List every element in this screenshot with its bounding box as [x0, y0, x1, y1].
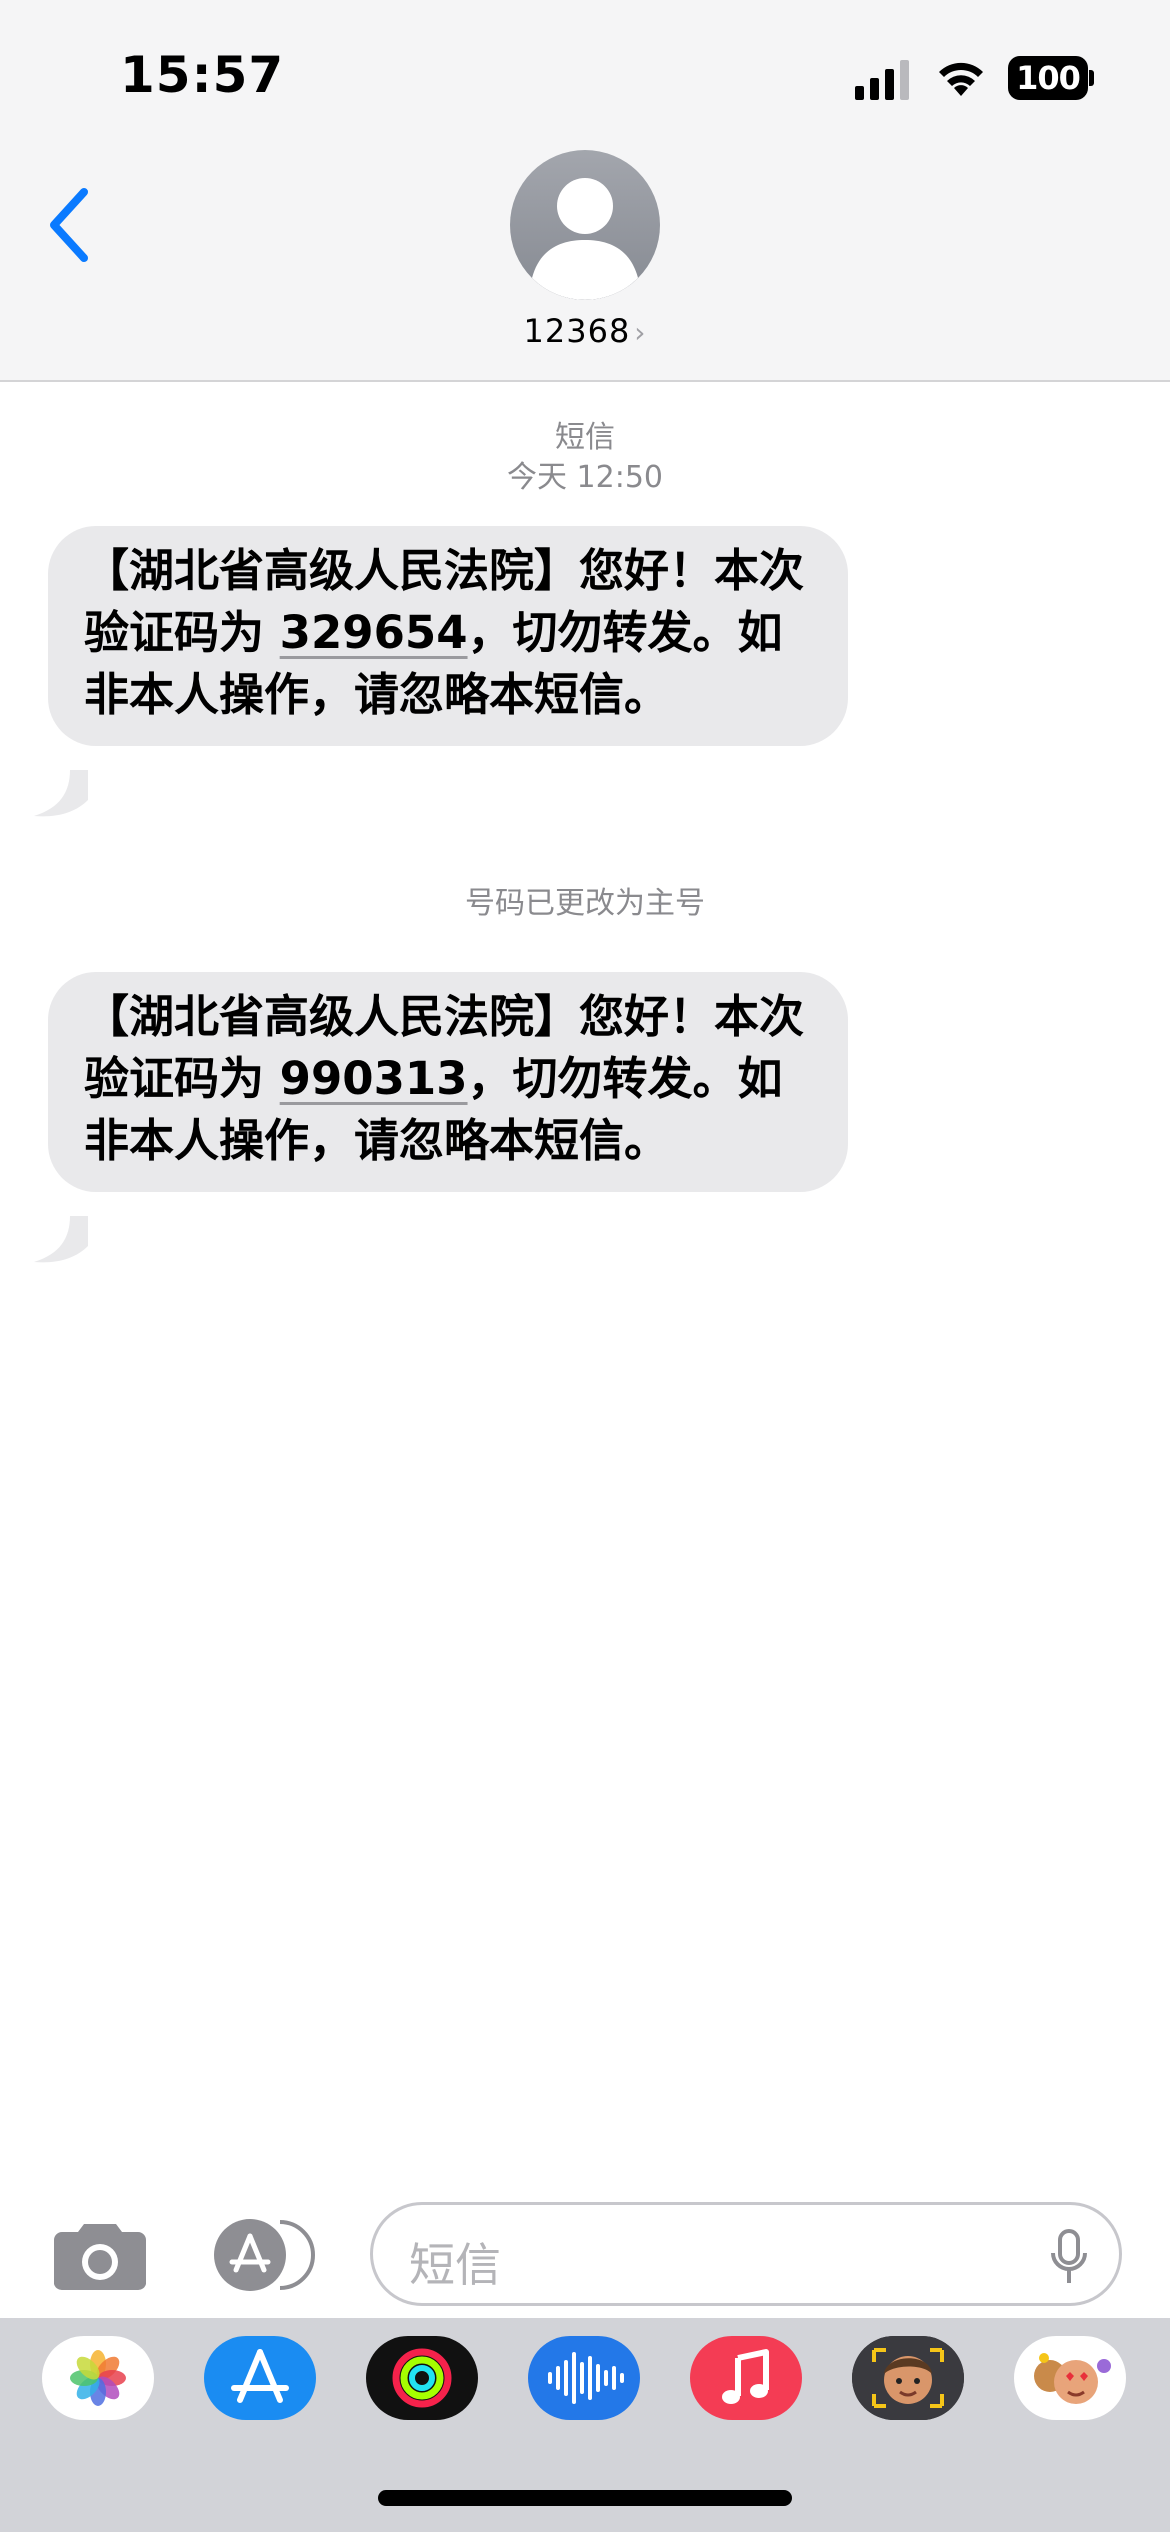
- activity-icon[interactable]: [366, 2336, 478, 2420]
- photos-icon[interactable]: [42, 2336, 154, 2420]
- bubble-tail: [34, 770, 88, 817]
- back-chevron-icon[interactable]: [40, 180, 110, 270]
- verification-code[interactable]: 990313: [280, 1052, 468, 1105]
- microphone-icon[interactable]: [1049, 2229, 1089, 2287]
- message-bubble[interactable]: 【湖北省高级人民法院】您好！本次验证码为 990313，切勿转发。如非本人操作，…: [48, 972, 848, 1192]
- memoji-icon[interactable]: [852, 2336, 964, 2420]
- person-icon: [532, 178, 638, 300]
- app-store-apps-icon[interactable]: [206, 2218, 318, 2292]
- voice-memos-icon[interactable]: [528, 2336, 640, 2420]
- bubble-tail: [34, 1216, 88, 1263]
- message-input-placeholder: 短信: [409, 2238, 501, 2292]
- message-bubble[interactable]: 【湖北省高级人民法院】您好！本次验证码为 329654，切勿转发。如非本人操作，…: [48, 526, 848, 746]
- animoji-stickers-icon[interactable]: [1014, 2336, 1126, 2420]
- music-icon[interactable]: [690, 2336, 802, 2420]
- wifi-icon: [939, 62, 983, 96]
- camera-icon[interactable]: [52, 2218, 148, 2292]
- chevron-right-icon: ›: [634, 316, 647, 349]
- contact-name: 12368: [523, 312, 631, 350]
- home-indicator[interactable]: [378, 2490, 792, 2506]
- status-time: 15:57: [120, 46, 285, 104]
- contact-avatar[interactable]: [510, 150, 660, 300]
- contact-name-button[interactable]: 12368 ›: [0, 312, 1170, 350]
- number-changed-notice: 号码已更改为主号: [465, 886, 705, 921]
- cellular-signal-icon: [855, 60, 909, 100]
- conversation-header: 15:57 100 12368 ›: [0, 0, 1170, 382]
- service-label: 短信: [555, 420, 615, 455]
- battery-icon: 100: [1008, 56, 1094, 100]
- verification-code[interactable]: 329654: [280, 606, 468, 659]
- app-store-icon[interactable]: [204, 2336, 316, 2420]
- battery-level: 100: [1016, 59, 1081, 97]
- message-timestamp: 今天 12:50: [507, 460, 663, 495]
- message-input[interactable]: 短信: [370, 2202, 1122, 2306]
